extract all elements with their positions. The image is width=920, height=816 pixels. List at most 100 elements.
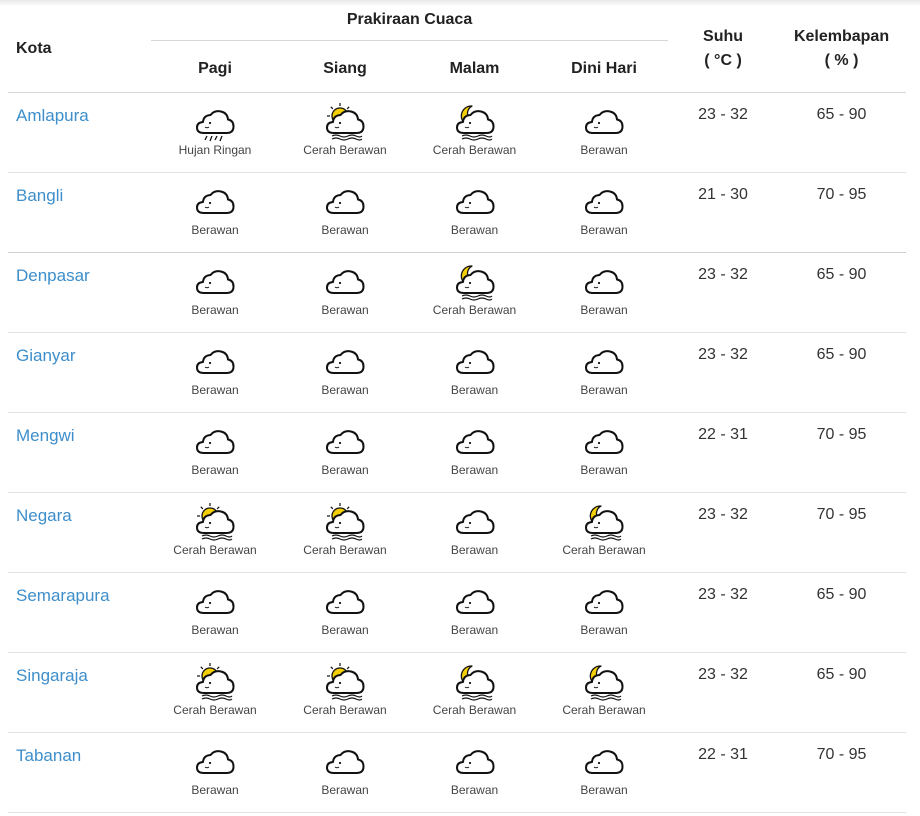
city-link[interactable]: Denpasar bbox=[8, 253, 90, 286]
weather-cell-siang: Berawan bbox=[280, 733, 410, 813]
kelembapan-value: 70 - 95 bbox=[816, 746, 867, 763]
suhu-value: 23 - 32 bbox=[698, 346, 748, 363]
table-row: Negara Cerah Berawan Cerah Berawan Berawan C… bbox=[8, 493, 907, 573]
cloud-icon bbox=[193, 342, 237, 382]
weather-cell-pagi: Berawan bbox=[150, 333, 280, 413]
cloud-rain-icon bbox=[193, 102, 237, 142]
weather-cell-pagi: Cerah Berawan bbox=[150, 493, 280, 573]
suhu-value: 23 - 32 bbox=[698, 586, 748, 603]
cloud-icon bbox=[453, 582, 497, 622]
weather-label: Berawan bbox=[450, 383, 499, 397]
city-link[interactable]: Gianyar bbox=[8, 333, 76, 366]
city-link[interactable]: Tabanan bbox=[8, 733, 81, 766]
weather-label: Hujan Ringan bbox=[178, 143, 252, 157]
weather-cell-malam: Berawan bbox=[410, 733, 539, 813]
weather-label: Cerah Berawan bbox=[562, 543, 646, 557]
table-row: Denpasar Berawan Berawan Cerah Berawan Beraw… bbox=[8, 253, 907, 333]
suhu-value: 22 - 31 bbox=[698, 746, 748, 763]
city-cell: Gianyar bbox=[8, 333, 150, 413]
weather-cell-dini-hari: Berawan bbox=[539, 733, 669, 813]
weather-label: Cerah Berawan bbox=[562, 703, 646, 717]
header-group-label: Prakiraan Cuaca bbox=[151, 11, 669, 41]
city-link[interactable]: Mengwi bbox=[8, 413, 75, 446]
weather-label: Berawan bbox=[321, 223, 369, 237]
cloud-icon bbox=[582, 102, 626, 142]
header-row-top: Kota Prakiraan Cuaca Suhu ( °C ) Kelemba… bbox=[8, 6, 907, 93]
weather-label: Berawan bbox=[580, 463, 628, 477]
cloud-icon bbox=[193, 422, 237, 462]
kelembapan-value: 65 - 90 bbox=[816, 586, 867, 603]
suhu-value: 23 - 32 bbox=[698, 506, 748, 523]
city-cell: Denpasar bbox=[8, 253, 150, 333]
weather-cell-dini-hari: Berawan bbox=[539, 573, 669, 653]
table-row: Semarapura Berawan Berawan Berawan Berawan 23… bbox=[8, 573, 907, 653]
cloud-icon bbox=[323, 182, 367, 222]
header-period-pagi: Pagi bbox=[150, 46, 280, 93]
weather-cell-dini-hari: Berawan bbox=[539, 253, 669, 333]
cloud-icon bbox=[193, 742, 237, 782]
header-period-malam: Malam bbox=[410, 46, 539, 93]
table-row: Mengwi Berawan Berawan Berawan Berawan 22 - 3… bbox=[8, 413, 907, 493]
weather-cell-malam: Berawan bbox=[410, 173, 539, 253]
weather-cell-dini-hari: Berawan bbox=[539, 333, 669, 413]
kelembapan-value: 65 - 90 bbox=[816, 106, 867, 123]
weather-forecast-page: Kota Prakiraan Cuaca Suhu ( °C ) Kelemba… bbox=[0, 0, 920, 816]
weather-cell-pagi: Berawan bbox=[150, 253, 280, 333]
table-header: Kota Prakiraan Cuaca Suhu ( °C ) Kelemba… bbox=[8, 6, 907, 93]
weather-label: Cerah Berawan bbox=[303, 703, 387, 717]
weather-cell-siang: Berawan bbox=[280, 333, 410, 413]
kelembapan-value: 70 - 95 bbox=[816, 506, 867, 523]
weather-label: Berawan bbox=[450, 223, 499, 237]
moon-cloud-icon bbox=[453, 102, 497, 142]
weather-label: Berawan bbox=[580, 143, 628, 157]
cloud-icon bbox=[323, 582, 367, 622]
city-cell: Semarapura bbox=[8, 573, 150, 653]
weather-cell-dini-hari: Cerah Berawan bbox=[539, 493, 669, 573]
weather-label: Berawan bbox=[321, 463, 369, 477]
city-link[interactable]: Semarapura bbox=[8, 573, 110, 606]
weather-label: Berawan bbox=[450, 783, 499, 797]
weather-label: Berawan bbox=[580, 303, 628, 317]
header-suhu-unit: ( °C ) bbox=[704, 52, 742, 69]
moon-cloud-icon bbox=[453, 262, 497, 302]
weather-label: Berawan bbox=[450, 623, 499, 637]
weather-label: Cerah Berawan bbox=[432, 143, 517, 157]
city-link[interactable]: Singaraja bbox=[8, 653, 88, 686]
suhu-value: 23 - 32 bbox=[698, 266, 748, 283]
city-link[interactable]: Negara bbox=[8, 493, 72, 526]
weather-label: Berawan bbox=[321, 623, 369, 637]
weather-label: Berawan bbox=[191, 383, 239, 397]
weather-cell-malam: Cerah Berawan bbox=[410, 93, 539, 173]
weather-cell-pagi: Cerah Berawan bbox=[150, 653, 280, 733]
cloud-icon bbox=[193, 262, 237, 302]
cloud-icon bbox=[453, 342, 497, 382]
cloud-icon bbox=[323, 422, 367, 462]
city-link[interactable]: Bangli bbox=[8, 173, 63, 206]
header-period-dini-hari: Dini Hari bbox=[539, 46, 670, 93]
weather-label: Berawan bbox=[450, 463, 499, 477]
sun-cloud-icon bbox=[193, 502, 237, 542]
weather-label: Berawan bbox=[580, 223, 628, 237]
suhu-value: 21 - 30 bbox=[698, 186, 748, 203]
weather-cell-dini-hari: Berawan bbox=[539, 173, 669, 253]
moon-cloud-icon bbox=[453, 662, 497, 702]
weather-cell-dini-hari: Berawan bbox=[539, 413, 669, 493]
city-link[interactable]: Amlapura bbox=[8, 93, 89, 126]
header-suhu-label: Suhu bbox=[703, 28, 744, 45]
suhu-value: 23 - 32 bbox=[698, 106, 748, 123]
weather-cell-malam: Cerah Berawan bbox=[410, 253, 539, 333]
kelembapan-value: 70 - 95 bbox=[816, 186, 867, 203]
weather-cell-dini-hari: Cerah Berawan bbox=[539, 653, 669, 733]
cloud-icon bbox=[582, 262, 626, 302]
weather-label: Cerah Berawan bbox=[432, 703, 517, 717]
sun-cloud-icon bbox=[193, 662, 237, 702]
city-cell: Bangli bbox=[8, 173, 150, 253]
suhu-value: 23 - 32 bbox=[698, 666, 748, 683]
cloud-icon bbox=[582, 422, 626, 462]
cloud-icon bbox=[582, 342, 626, 382]
sun-cloud-icon bbox=[323, 102, 367, 142]
cloud-icon bbox=[323, 342, 367, 382]
header-period-siang: Siang bbox=[280, 46, 410, 93]
table-row: Tabanan Berawan Berawan Berawan Berawan 22 - … bbox=[8, 733, 907, 813]
weather-label: Berawan bbox=[580, 623, 628, 637]
